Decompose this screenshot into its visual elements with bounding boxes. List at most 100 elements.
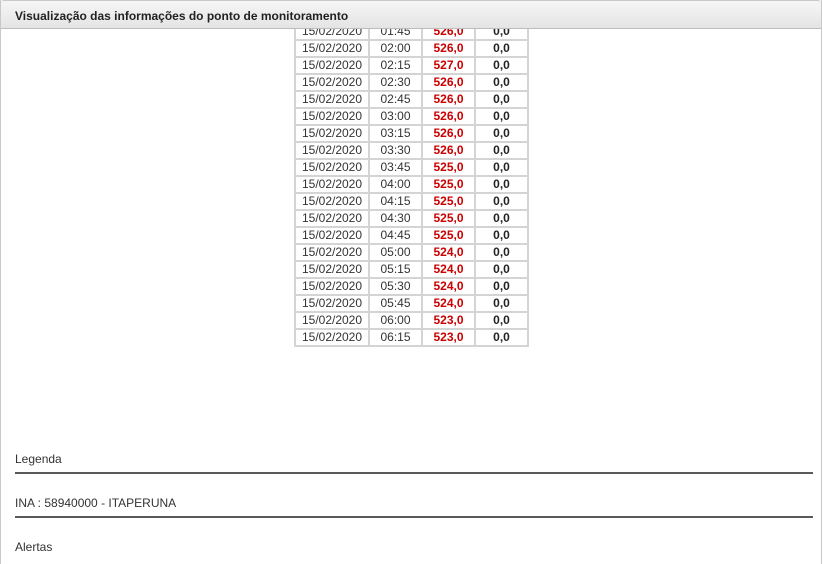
reading-time: 06:15 bbox=[368, 328, 423, 347]
reading-date: 15/02/2020 bbox=[294, 107, 370, 126]
table-row: 15/02/2020 05:15 524,0 0,0 bbox=[294, 260, 529, 279]
reading-level: 524,0 bbox=[421, 260, 476, 279]
reading-time: 03:00 bbox=[368, 107, 423, 126]
reading-rain: 0,0 bbox=[474, 107, 529, 126]
reading-rain: 0,0 bbox=[474, 192, 529, 211]
reading-rain: 0,0 bbox=[474, 39, 529, 58]
reading-level: 526,0 bbox=[421, 73, 476, 92]
reading-rain: 0,0 bbox=[474, 294, 529, 313]
reading-time: 05:30 bbox=[368, 277, 423, 296]
reading-date: 15/02/2020 bbox=[294, 175, 370, 194]
reading-date: 15/02/2020 bbox=[294, 39, 370, 58]
table-row: 15/02/2020 03:15 526,0 0,0 bbox=[294, 124, 529, 143]
reading-time: 04:30 bbox=[368, 209, 423, 228]
reading-time: 03:45 bbox=[368, 158, 423, 177]
readings-table: 15/02/2020 01:45 526,0 0,0 15/02/2020 02:00 52… bbox=[294, 22, 529, 347]
reading-level: 524,0 bbox=[421, 277, 476, 296]
reading-time: 02:45 bbox=[368, 90, 423, 109]
table-row: 15/02/2020 02:30 526,0 0,0 bbox=[294, 73, 529, 92]
panel-title: Visualização das informações do ponto de… bbox=[15, 9, 349, 23]
reading-date: 15/02/2020 bbox=[294, 294, 370, 313]
reading-level: 526,0 bbox=[421, 90, 476, 109]
reading-rain: 0,0 bbox=[474, 311, 529, 330]
reading-time: 04:00 bbox=[368, 175, 423, 194]
reading-date: 15/02/2020 bbox=[294, 209, 370, 228]
reading-level: 524,0 bbox=[421, 294, 476, 313]
reading-date: 15/02/2020 bbox=[294, 328, 370, 347]
reading-rain: 0,0 bbox=[474, 243, 529, 262]
reading-rain: 0,0 bbox=[474, 124, 529, 143]
table-row: 15/02/2020 04:15 525,0 0,0 bbox=[294, 192, 529, 211]
reading-time: 02:15 bbox=[368, 56, 423, 75]
reading-time: 03:15 bbox=[368, 124, 423, 143]
reading-level: 526,0 bbox=[421, 141, 476, 160]
reading-date: 15/02/2020 bbox=[294, 124, 370, 143]
reading-time: 04:45 bbox=[368, 226, 423, 245]
reading-date: 15/02/2020 bbox=[294, 277, 370, 296]
table-row: 15/02/2020 02:00 526,0 0,0 bbox=[294, 39, 529, 58]
table-row: 15/02/2020 02:45 526,0 0,0 bbox=[294, 90, 529, 109]
readings-table-container[interactable]: 15/02/2020 01:45 526,0 0,0 15/02/2020 02:00 52… bbox=[294, 22, 529, 347]
reading-time: 05:15 bbox=[368, 260, 423, 279]
reading-rain: 0,0 bbox=[474, 90, 529, 109]
table-row: 15/02/2020 04:00 525,0 0,0 bbox=[294, 175, 529, 194]
reading-level: 525,0 bbox=[421, 209, 476, 228]
reading-time: 05:00 bbox=[368, 243, 423, 262]
reading-rain: 0,0 bbox=[474, 209, 529, 228]
reading-date: 15/02/2020 bbox=[294, 311, 370, 330]
reading-rain: 0,0 bbox=[474, 175, 529, 194]
reading-level: 526,0 bbox=[421, 124, 476, 143]
reading-level: 526,0 bbox=[421, 107, 476, 126]
reading-time: 04:15 bbox=[368, 192, 423, 211]
table-row: 15/02/2020 06:15 523,0 0,0 bbox=[294, 328, 529, 347]
reading-date: 15/02/2020 bbox=[294, 73, 370, 92]
reading-time: 05:45 bbox=[368, 294, 423, 313]
reading-level: 524,0 bbox=[421, 243, 476, 262]
reading-time: 03:30 bbox=[368, 141, 423, 160]
reading-level: 525,0 bbox=[421, 192, 476, 211]
reading-rain: 0,0 bbox=[474, 277, 529, 296]
reading-date: 15/02/2020 bbox=[294, 141, 370, 160]
station-divider bbox=[15, 516, 813, 518]
table-row: 15/02/2020 03:45 525,0 0,0 bbox=[294, 158, 529, 177]
reading-level: 527,0 bbox=[421, 56, 476, 75]
table-row: 15/02/2020 06:00 523,0 0,0 bbox=[294, 311, 529, 330]
table-row: 15/02/2020 05:45 524,0 0,0 bbox=[294, 294, 529, 313]
reading-level: 525,0 bbox=[421, 226, 476, 245]
reading-date: 15/02/2020 bbox=[294, 243, 370, 262]
reading-rain: 0,0 bbox=[474, 158, 529, 177]
table-row: 15/02/2020 04:30 525,0 0,0 bbox=[294, 209, 529, 228]
reading-date: 15/02/2020 bbox=[294, 192, 370, 211]
reading-rain: 0,0 bbox=[474, 56, 529, 75]
reading-rain: 0,0 bbox=[474, 226, 529, 245]
reading-level: 525,0 bbox=[421, 175, 476, 194]
legend-divider bbox=[15, 472, 813, 474]
reading-level: 523,0 bbox=[421, 311, 476, 330]
reading-date: 15/02/2020 bbox=[294, 158, 370, 177]
reading-date: 15/02/2020 bbox=[294, 260, 370, 279]
monitoring-point-panel: 15/02/2020 01:45 526,0 0,0 15/02/2020 02:00 52… bbox=[0, 0, 822, 564]
reading-rain: 0,0 bbox=[474, 141, 529, 160]
table-row: 15/02/2020 05:00 524,0 0,0 bbox=[294, 243, 529, 262]
legend-label: Legenda bbox=[15, 452, 62, 466]
reading-date: 15/02/2020 bbox=[294, 226, 370, 245]
alerts-label: Alertas bbox=[15, 540, 53, 554]
station-label: INA : 58940000 - ITAPERUNA bbox=[15, 496, 177, 510]
reading-level: 523,0 bbox=[421, 328, 476, 347]
reading-date: 15/02/2020 bbox=[294, 90, 370, 109]
reading-rain: 0,0 bbox=[474, 328, 529, 347]
reading-time: 02:30 bbox=[368, 73, 423, 92]
table-row: 15/02/2020 03:00 526,0 0,0 bbox=[294, 107, 529, 126]
reading-level: 526,0 bbox=[421, 39, 476, 58]
reading-date: 15/02/2020 bbox=[294, 56, 370, 75]
table-row: 15/02/2020 05:30 524,0 0,0 bbox=[294, 277, 529, 296]
table-row: 15/02/2020 04:45 525,0 0,0 bbox=[294, 226, 529, 245]
readings-table-body: 15/02/2020 01:45 526,0 0,0 15/02/2020 02:00 52… bbox=[294, 22, 529, 347]
reading-time: 02:00 bbox=[368, 39, 423, 58]
reading-time: 06:00 bbox=[368, 311, 423, 330]
table-row: 15/02/2020 03:30 526,0 0,0 bbox=[294, 141, 529, 160]
panel-header: Visualização das informações do ponto de… bbox=[1, 0, 821, 29]
reading-level: 525,0 bbox=[421, 158, 476, 177]
reading-rain: 0,0 bbox=[474, 73, 529, 92]
reading-rain: 0,0 bbox=[474, 260, 529, 279]
